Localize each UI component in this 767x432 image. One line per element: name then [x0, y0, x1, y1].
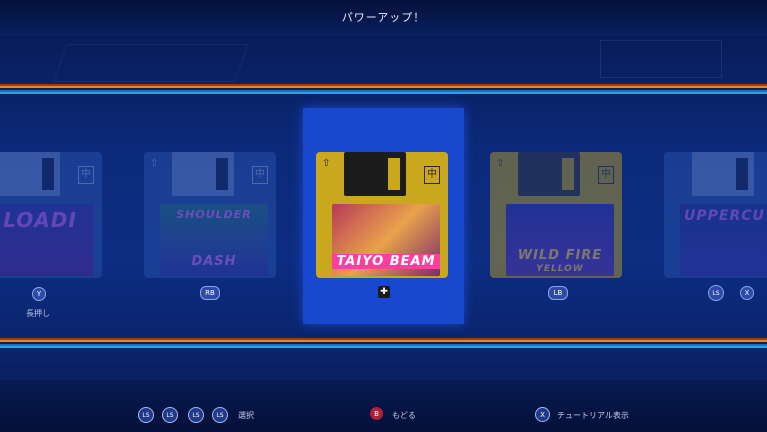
disk-glyph-icon: 中: [598, 166, 614, 184]
ls-button-icon: LS: [212, 407, 228, 423]
back-hint[interactable]: もどる: [392, 410, 416, 421]
disk-glyph-icon: 中: [424, 166, 440, 184]
lb-button-icon: LB: [548, 286, 568, 300]
x-button-icon: X: [535, 407, 550, 422]
disk-wild-fire-yellow[interactable]: 中 ⇧ WILD FIRE YELLOW: [490, 152, 622, 278]
footer-bar: [0, 380, 767, 432]
disk-title: TAIYO BEAM: [332, 254, 440, 269]
select-hint: 選択: [238, 411, 254, 420]
disk-title: UPPERCU: [684, 208, 765, 224]
disk-glyph-icon: 中: [78, 166, 94, 184]
disk-subtitle: DASH: [191, 254, 237, 269]
ls-button-icon: LS: [188, 407, 204, 423]
disk-uppercut[interactable]: 中 UPPERCU: [664, 152, 767, 278]
ls-button-icon: LS: [162, 407, 178, 423]
ls-button-icon: LS: [708, 285, 724, 301]
bottom-stripe: [0, 338, 767, 348]
rb-button-icon: RB: [200, 286, 220, 300]
disk-glyph-icon: 中: [252, 166, 268, 184]
x-button-icon: X: [740, 286, 754, 300]
disk-title: LOADI: [3, 208, 77, 232]
disk-title: SHOULDER: [176, 208, 252, 221]
disk-title: WILD FIRE: [517, 248, 603, 263]
y-button-icon: Y: [32, 287, 46, 301]
top-stripe: [0, 84, 767, 94]
hold-label: 長押し: [26, 309, 50, 318]
disk-marker-icon: ⇧: [496, 158, 505, 169]
dpad-icon: ✚: [378, 286, 390, 298]
background-decoration: [53, 44, 249, 82]
ls-button-icon: LS: [138, 407, 154, 423]
b-button-icon: B: [370, 407, 383, 420]
screen-title: パワーアップ！: [341, 11, 426, 24]
disk-taiyo-beam[interactable]: 中 ⇧ TAIYO BEAM: [316, 152, 448, 278]
disk-marker-icon: ⇧: [322, 158, 331, 169]
disk-loadi[interactable]: 中 LOADI: [0, 152, 102, 278]
background-decoration: [600, 40, 722, 78]
disk-shoulder-dash[interactable]: 中 ⇧ SHOULDER DASH: [144, 152, 276, 278]
disk-marker-icon: ⇧: [150, 158, 159, 169]
disk-subtitle: YELLOW: [536, 264, 584, 274]
tutorial-hint[interactable]: チュートリアル表示: [557, 410, 629, 421]
